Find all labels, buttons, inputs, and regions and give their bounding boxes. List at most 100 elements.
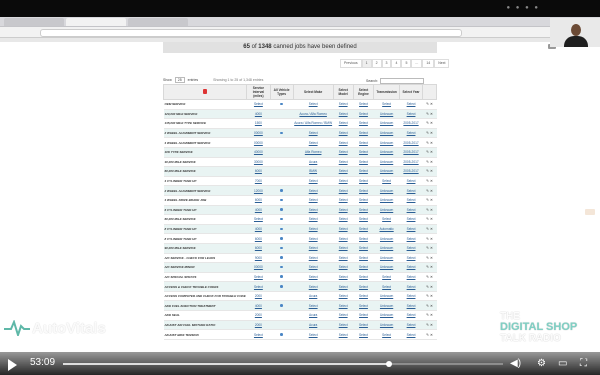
model-cell[interactable]: Select	[333, 157, 354, 168]
all-vehicles-cell[interactable]	[270, 205, 294, 216]
transmission-cell-link[interactable]: Automatic	[380, 227, 394, 231]
engine-cell-link[interactable]: Select	[359, 333, 368, 337]
all-vehicles-dot-icon[interactable]	[280, 227, 283, 231]
engine-cell-link[interactable]: Select	[359, 275, 368, 279]
interval-cell[interactable]: 40000	[246, 147, 271, 158]
engine-cell-link[interactable]: Select	[359, 313, 368, 317]
year-cell[interactable]: Select	[399, 195, 423, 206]
interval-cell[interactable]: 7000	[246, 176, 271, 187]
engine-cell-link[interactable]: Select	[359, 198, 368, 202]
transmission-cell-link[interactable]: Unknown	[380, 304, 393, 308]
engine-cell-link[interactable]: Select	[359, 246, 368, 250]
delete-icon[interactable]: ✕	[429, 150, 433, 154]
engine-cell-link[interactable]: Select	[359, 141, 368, 145]
pager-item[interactable]: 5	[401, 59, 412, 68]
year-cell-link[interactable]: 2005-2017	[403, 169, 418, 173]
engine-cell[interactable]: Select	[353, 253, 374, 264]
model-cell-link[interactable]: Select	[339, 121, 348, 125]
model-cell-link[interactable]: Select	[339, 246, 348, 250]
year-cell[interactable]: Select	[399, 224, 423, 235]
transmission-cell[interactable]: Unknown	[373, 262, 400, 273]
interval-cell[interactable]: 2000	[246, 310, 271, 321]
make-cell[interactable]: Select	[293, 214, 334, 225]
model-cell[interactable]: Select	[333, 147, 354, 158]
transmission-cell[interactable]: Unknown	[373, 310, 400, 321]
pager-item[interactable]: 4	[391, 59, 402, 68]
year-cell[interactable]: Select	[399, 205, 423, 216]
theater-mode-icon[interactable]: ▭	[558, 358, 567, 369]
engine-cell[interactable]: Select	[353, 157, 374, 168]
year-cell-link[interactable]: Select	[407, 285, 416, 289]
model-cell-link[interactable]: Select	[339, 275, 348, 279]
make-cell-link[interactable]: Select	[309, 131, 318, 135]
all-vehicles-cell[interactable]	[270, 224, 294, 235]
all-vehicles-cell[interactable]	[270, 157, 294, 168]
make-cell-link[interactable]: Select	[309, 275, 318, 279]
transmission-cell-link[interactable]: Unknown	[380, 112, 393, 116]
year-cell[interactable]: Select	[399, 233, 423, 244]
engine-cell[interactable]: Select	[353, 224, 374, 235]
all-vehicles-dot-icon[interactable]	[280, 246, 283, 250]
floating-widget-icon[interactable]	[585, 209, 595, 215]
transmission-cell-link[interactable]: Unknown	[380, 150, 393, 154]
year-cell[interactable]: 2005-2017	[399, 137, 423, 148]
interval-cell-link[interactable]: 40000	[254, 150, 263, 154]
fullscreen-icon[interactable]: ⛶	[580, 358, 587, 369]
year-cell-link[interactable]: Select	[407, 294, 416, 298]
all-vehicles-cell[interactable]	[270, 253, 294, 264]
all-vehicles-dot-icon[interactable]	[280, 189, 283, 192]
delete-icon[interactable]: ✕	[429, 208, 433, 212]
delete-icon[interactable]: ✕	[429, 275, 433, 279]
model-cell-link[interactable]: Select	[339, 189, 348, 193]
model-cell[interactable]: Select	[333, 233, 354, 244]
transmission-cell-link[interactable]: Unknown	[380, 265, 393, 269]
delete-icon[interactable]: ✕	[429, 121, 433, 125]
all-vehicles-cell[interactable]	[270, 166, 294, 177]
year-cell[interactable]: Select	[399, 176, 423, 187]
year-cell-link[interactable]: Select	[407, 237, 416, 241]
transmission-cell-link[interactable]: Select	[382, 217, 391, 221]
make-cell-link[interactable]: Select	[309, 141, 318, 145]
year-cell-link[interactable]: Select	[407, 227, 416, 231]
delete-icon[interactable]: ✕	[429, 112, 433, 116]
interval-cell-link[interactable]: 00000	[254, 131, 263, 135]
model-cell-link[interactable]: Select	[339, 198, 348, 202]
interval-cell[interactable]: 1500	[246, 118, 271, 129]
delete-icon[interactable]: ✕	[429, 313, 433, 317]
transmission-cell-link[interactable]: Select	[382, 285, 391, 289]
interval-cell[interactable]: Select	[246, 272, 271, 283]
year-cell-link[interactable]: Select	[407, 131, 416, 135]
pager-item[interactable]: 2	[371, 59, 382, 68]
transmission-cell-link[interactable]: Unknown	[380, 189, 393, 193]
delete-icon[interactable]: ✕	[429, 217, 433, 221]
transmission-cell[interactable]: Unknown	[373, 118, 400, 129]
model-cell[interactable]: Select	[333, 224, 354, 235]
make-cell-link[interactable]: Acura / Alfa Romeo / BMW	[294, 121, 332, 125]
model-cell-link[interactable]: Select	[339, 237, 348, 241]
make-cell[interactable]: Select	[293, 262, 334, 273]
make-cell-link[interactable]: Acura	[309, 313, 317, 317]
all-vehicles-cell[interactable]	[270, 262, 294, 273]
engine-cell[interactable]: Select	[353, 176, 374, 187]
make-cell-link[interactable]: Acura	[309, 294, 317, 298]
make-cell-link[interactable]: Select	[309, 256, 318, 260]
interval-cell[interactable]: 00000	[246, 262, 271, 273]
delete-icon[interactable]: ✕	[429, 285, 433, 289]
all-vehicles-dot-icon[interactable]	[280, 217, 283, 221]
delete-icon[interactable]: ✕	[429, 198, 433, 202]
model-cell-link[interactable]: Select	[339, 150, 348, 154]
interval-cell-link[interactable]: 2000	[255, 294, 262, 298]
interval-cell[interactable]: Select	[246, 214, 271, 225]
transmission-cell[interactable]: Select	[373, 176, 400, 187]
year-cell[interactable]: Select	[399, 291, 423, 302]
model-cell-link[interactable]: Select	[339, 265, 348, 269]
make-cell[interactable]: Select	[293, 205, 334, 216]
interval-cell-link[interactable]: 4000	[255, 208, 262, 212]
model-cell[interactable]: Select	[333, 262, 354, 273]
model-cell[interactable]: Select	[333, 109, 354, 120]
transmission-cell[interactable]: Automatic	[373, 224, 400, 235]
interval-cell[interactable]: 12000	[246, 185, 271, 196]
year-cell-link[interactable]: Select	[407, 246, 416, 250]
make-cell[interactable]: Acura	[293, 310, 334, 321]
model-cell[interactable]: Select	[333, 137, 354, 148]
